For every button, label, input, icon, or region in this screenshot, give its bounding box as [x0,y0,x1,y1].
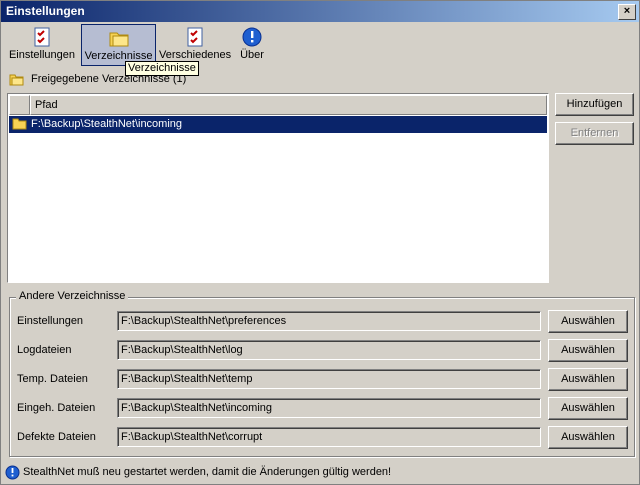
select-button-label: Auswählen [561,373,615,385]
toolbar-button-ueber[interactable]: Über [235,24,269,64]
dir-row-temp: Temp. Dateien F:\Backup\StealthNet\temp … [17,368,629,391]
dir-label: Logdateien [17,344,72,356]
group-legend: Andere Verzeichnisse [16,290,129,302]
add-button[interactable]: Hinzufügen [555,93,634,116]
remove-button[interactable]: Entfernen [555,122,634,145]
toolbar-label: Über [240,49,264,61]
toolbar-button-einstellungen[interactable]: Einstellungen [5,24,79,64]
shared-folders-list[interactable]: Pfad F:\Backup\StealthNet\incoming [7,93,549,283]
list-item[interactable]: F:\Backup\StealthNet\incoming [9,116,547,133]
dir-label: Temp. Dateien [17,373,88,385]
header-icon-column[interactable] [9,95,30,115]
select-button-label: Auswählen [561,402,615,414]
dir-path-field[interactable]: F:\Backup\StealthNet\corrupt [117,427,541,447]
dir-row-einstellungen: Einstellungen F:\Backup\StealthNet\prefe… [17,310,629,333]
toolbar-label: Einstellungen [8,49,76,61]
checklist-icon [187,27,203,47]
dir-path-field[interactable]: F:\Backup\StealthNet\preferences [117,311,541,331]
shared-folder-icon [9,74,24,86]
tooltip: Verzeichnisse [125,61,199,76]
close-button[interactable]: × [618,4,636,20]
toolbar-label: Verschiedenes [159,49,232,61]
window-title: Einstellungen [6,4,85,18]
select-button[interactable]: Auswählen [548,310,628,333]
column-header-label: Pfad [35,99,58,111]
select-button-label: Auswählen [561,431,615,443]
list-header: Pfad [9,95,547,115]
dir-path-value: F:\Backup\StealthNet\preferences [121,315,287,327]
dir-row-corrupt: Defekte Dateien F:\Backup\StealthNet\cor… [17,426,629,449]
select-button-label: Auswählen [561,315,615,327]
column-header-pfad[interactable]: Pfad [30,95,547,115]
toolbar: Einstellungen Verzeichnisse Verschiedene… [1,22,639,66]
info-icon [5,465,20,480]
shared-folders-heading: Freigegebene Verzeichnisse (1) [9,72,186,89]
dir-path-value: F:\Backup\StealthNet\incoming [121,402,273,414]
settings-window: Einstellungen × Einstellungen Verzeichni… [0,0,640,485]
dir-label: Defekte Dateien [17,431,96,443]
folder-icon [109,32,128,47]
dir-row-incoming: Eingeh. Dateien F:\Backup\StealthNet\inc… [17,397,629,420]
dir-label: Eingeh. Dateien [17,402,96,414]
status-bar: StealthNet muß neu gestartet werden, dam… [1,463,639,484]
select-button-label: Auswählen [561,344,615,356]
dir-path-field[interactable]: F:\Backup\StealthNet\temp [117,369,541,389]
toolbar-button-verschiedenes[interactable]: Verschiedenes [159,24,231,64]
dir-path-field[interactable]: F:\Backup\StealthNet\incoming [117,398,541,418]
select-button[interactable]: Auswählen [548,368,628,391]
select-button[interactable]: Auswählen [548,339,628,362]
title-bar[interactable]: Einstellungen × [1,1,639,22]
dir-path-value: F:\Backup\StealthNet\corrupt [121,431,263,443]
add-button-label: Hinzufügen [566,98,623,110]
select-button[interactable]: Auswählen [548,426,628,449]
status-text: StealthNet muß neu gestartet werden, dam… [23,466,392,478]
remove-button-label: Entfernen [570,127,619,139]
dir-label: Einstellungen [17,315,84,327]
toolbar-button-verzeichnisse[interactable]: Verzeichnisse [81,24,156,66]
folder-icon [12,118,27,130]
checklist-icon [34,27,50,47]
dir-row-logdateien: Logdateien F:\Backup\StealthNet\log Ausw… [17,339,629,362]
select-button[interactable]: Auswählen [548,397,628,420]
info-icon [242,27,262,47]
dir-path-field[interactable]: F:\Backup\StealthNet\log [117,340,541,360]
dir-path-value: F:\Backup\StealthNet\temp [121,373,253,385]
list-item-path: F:\Backup\StealthNet\incoming [31,118,183,130]
dir-path-value: F:\Backup\StealthNet\log [121,344,243,356]
